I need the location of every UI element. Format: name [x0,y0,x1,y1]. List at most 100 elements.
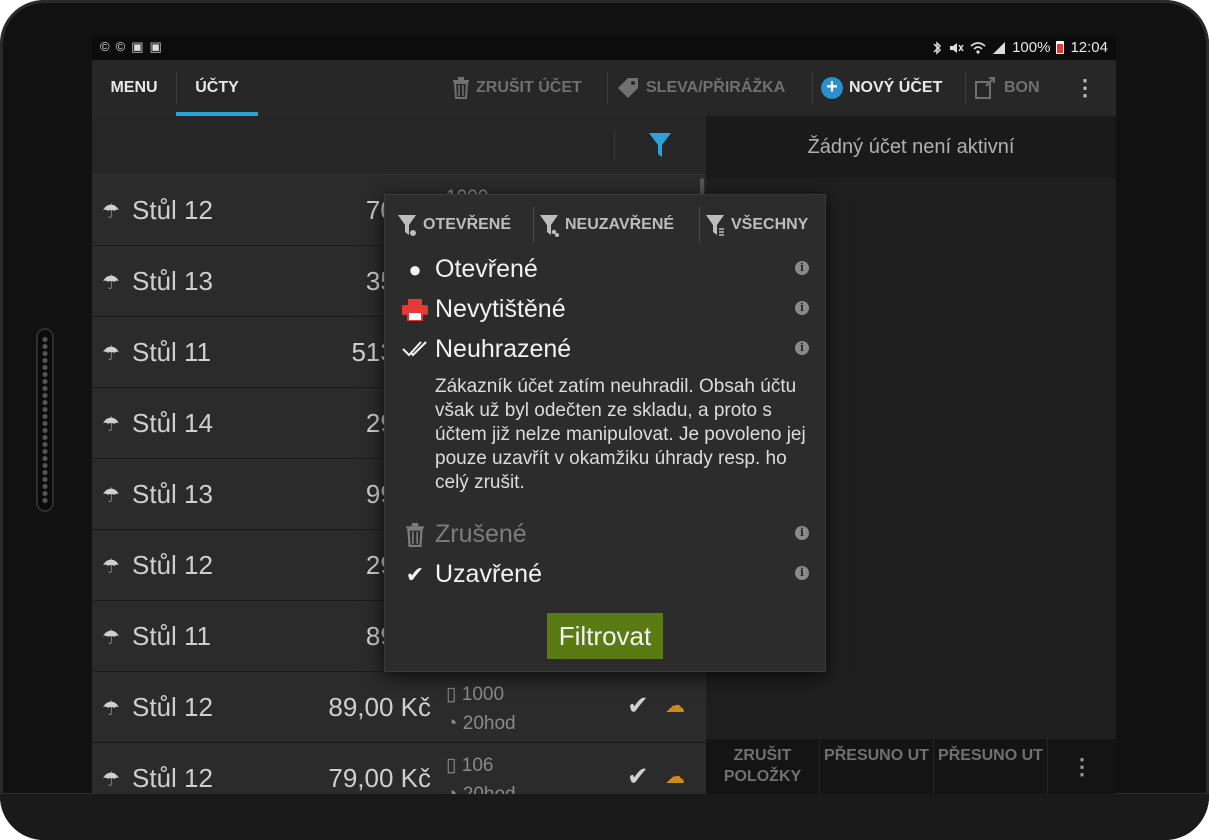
trash-icon [453,77,469,99]
app-screen: © © ▣ ▣ 100% 12:04 MENU ÚČTY ZRUŠIT ÚČET… [92,36,1116,794]
trash-icon [406,523,424,547]
notification-icons: © © ▣ ▣ [100,39,162,55]
move-button-2[interactable]: PŘESUNO UT [934,739,1048,794]
cancel-account-button[interactable]: ZRUŠIT ÚČET [452,60,582,116]
printer-icon [402,299,428,321]
notification-icon: © [115,39,126,54]
tablet-bottom-edge [0,793,1209,840]
table-row[interactable]: ☂ Stůl 12 79,00 Kč ▯ 106 ◔ 20hod ✔ ☁ [92,743,706,794]
table-icon: ☂ [102,201,120,223]
filter-preset-tabs: OTEVŘENÉ NEUZAVŘENÉ VŠECHNY [385,195,825,255]
status-bar: © © ▣ ▣ 100% 12:04 [92,36,1116,60]
option-neuhrazene-label: Neuhrazené [435,335,572,363]
tab-ucty-label: ÚČTY [195,79,239,96]
filter-button[interactable]: Filtrovat [547,613,663,659]
preset-otevrene-label: OTEVŘENÉ [423,216,512,233]
mute-icon [950,42,964,53]
option-uzavrene-label: Uzavřené [435,560,542,588]
preset-neuzavrene[interactable]: NEUZAVŘENÉ [533,195,675,255]
table-meta: ▯ 106 ◔ 20hod [446,751,516,794]
receipt-number: 1000 [461,684,505,705]
funnel-multi-icon [540,215,559,237]
tablet-frame: © © ▣ ▣ 100% 12:04 MENU ÚČTY ZRUŠIT ÚČET… [0,0,1209,840]
no-active-account-text: Žádný účet není aktivní [706,116,1116,178]
preset-neuzavrene-label: NEUZAVŘENÉ [565,216,675,233]
cloud-icon: ☁ [665,766,685,788]
clock-icon: ◔ [446,784,457,794]
table-icon: ☂ [102,627,120,649]
option-otevrene-label: Otevřené [435,255,538,283]
notification-icon: ▣ [131,39,144,54]
info-icon[interactable]: i [795,566,809,580]
check-icon: ✔ [627,690,649,720]
receipt-icon: ▯ [446,755,457,776]
elapsed-time: 20hod [462,713,516,734]
option-nevytistene-label: Nevytištěné [435,295,566,323]
table-icon: ☂ [102,769,120,791]
bon-button[interactable]: BON [965,60,1040,116]
notification-icon: © [100,39,110,54]
action-bar: MENU ÚČTY ZRUŠIT ÚČET SLEVA/PŘIRÁŽKA + N… [92,60,1116,116]
tab-menu[interactable]: MENU [92,60,176,116]
move-button[interactable]: PŘESUNO UT [820,739,934,794]
table-row[interactable]: ☂ Stůl 12 89,00 Kč ▯ 1000 ◔ 20hod ✔ ☁ [92,672,706,743]
overflow-menu-icon[interactable]: ⋮ [1054,60,1116,116]
clock-icon: ◔ [446,713,458,734]
table-name: Stůl 11 [132,337,212,367]
table-name: Stůl 12 [132,763,213,793]
new-account-label: NOVÝ ÚČET [849,79,943,96]
table-name: Stůl 11 [132,621,212,651]
funnel-icon [398,215,416,236]
battery-icon [1056,41,1065,54]
option-neuhrazene[interactable]: Neuhrazené i [401,335,811,369]
preset-vsechny[interactable]: VŠECHNY [699,195,809,255]
filter-dialog: OTEVŘENÉ NEUZAVŘENÉ VŠECHNY ● Otevřené i [384,194,826,672]
option-zrusene-label: Zrušené [435,520,527,548]
side-speaker-grille [36,328,54,512]
receipt-number: 106 [461,755,494,776]
filter-icon[interactable] [648,130,672,160]
status-right: 100% 12:04 [932,39,1108,56]
battery-percent: 100% [1012,39,1051,56]
tab-ucty[interactable]: ÚČTY [176,60,258,116]
info-icon[interactable]: i [795,341,809,355]
table-name: Stůl 12 [132,550,213,580]
table-icon: ☂ [102,556,120,578]
info-icon[interactable]: i [795,526,809,540]
double-check-icon [402,341,427,357]
table-price: 79,00 Kč [328,763,431,793]
info-icon[interactable]: i [795,261,809,275]
table-icon: ☂ [102,343,120,365]
cloud-icon: ☁ [665,695,685,717]
preset-otevrene[interactable]: OTEVŘENÉ [397,195,511,255]
receipt-share-icon [975,77,995,99]
cancel-items-button[interactable]: ZRUŠIT POLOŽKY [706,739,820,794]
new-account-button[interactable]: + NOVÝ ÚČET [812,60,943,116]
bluetooth-icon [933,40,942,55]
option-nevytistene[interactable]: Nevytištěné i [401,295,811,329]
wifi-icon [970,41,986,54]
elapsed-time: 20hod [463,784,516,794]
table-price: 89,00 Kč [328,692,431,722]
preset-vsechny-label: VŠECHNY [731,216,809,233]
price-tag-icon [618,78,638,98]
info-icon[interactable]: i [795,301,809,315]
funnel-all-icon [706,215,724,236]
table-icon: ☂ [102,698,120,720]
option-otevrene[interactable]: ● Otevřené i [401,255,811,289]
discount-button[interactable]: SLEVA/PŘIRÁŽKA [607,60,785,116]
clock: 12:04 [1070,39,1108,56]
list-filter-bar [92,116,706,175]
plus-circle-icon: + [821,77,843,99]
footer-overflow-icon[interactable]: ⋮ [1048,739,1116,794]
option-description: Zákazník účet zatím neuhradil. Obsah účt… [435,376,806,493]
table-name: Stůl 12 [132,692,213,722]
table-icon: ☂ [102,272,120,294]
option-uzavrene[interactable]: ✔ Uzavřené i [401,560,811,594]
bon-label: BON [1004,79,1040,96]
option-zrusene[interactable]: Zrušené i [401,520,811,554]
bullet-icon: ● [408,257,422,282]
receipt-icon: ▯ [446,684,457,705]
table-name: Stůl 13 [132,479,213,509]
table-name: Stůl 14 [132,408,213,438]
